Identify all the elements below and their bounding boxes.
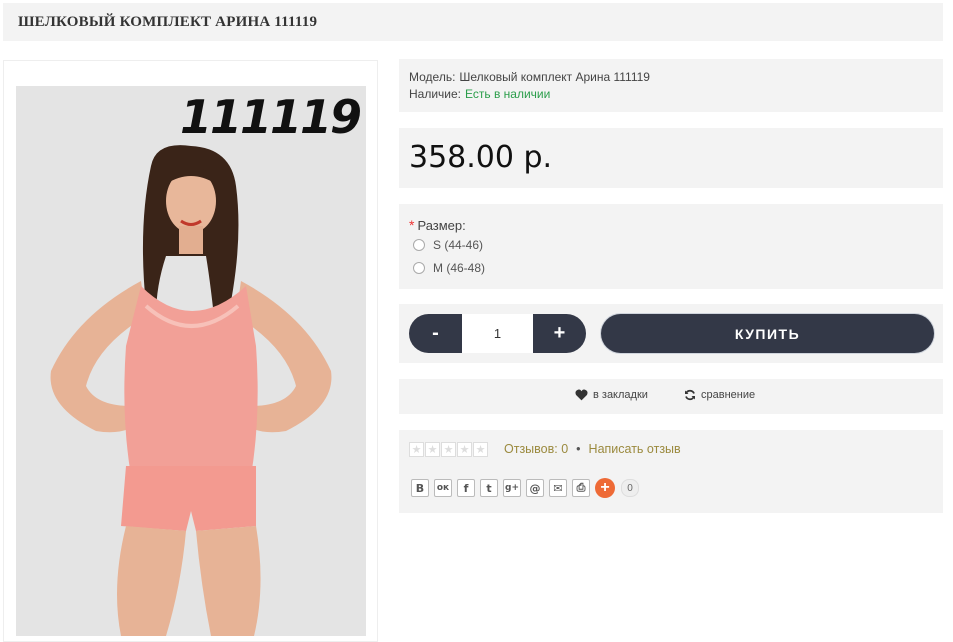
heart-icon	[575, 389, 588, 401]
reviews-count-link[interactable]: Отзывов: 0	[504, 442, 568, 456]
product-title-bar: ШЕЛКОВЫЙ КОМПЛЕКТ АРИНА 111119	[3, 3, 943, 41]
share-buttons: В ок f t g+ @ ✉ ⎙ + 0	[411, 478, 639, 498]
price-panel: 358.00 р.	[399, 128, 943, 188]
compare-label[interactable]: сравнение	[701, 389, 755, 401]
email-share-icon[interactable]: ✉	[549, 479, 567, 497]
separator-dot: •	[576, 442, 581, 456]
stock-label: Наличие:	[409, 87, 462, 101]
product-code-overlay: 111119	[179, 90, 362, 144]
product-price: 358.00 р.	[409, 140, 553, 175]
size-option-s[interactable]: S (44-46)	[413, 238, 483, 252]
model-line: Модель: Шелковый комплект Арина 111119	[409, 70, 650, 84]
model-value: Шелковый комплект Арина 111119	[459, 70, 650, 84]
star-icon: ★	[425, 442, 440, 457]
product-title: ШЕЛКОВЫЙ КОМПЛЕКТ АРИНА 111119	[18, 14, 318, 30]
size-options-panel: * Размер: S (44-46) M (46-48)	[399, 204, 943, 289]
size-option-label[interactable]: S (44-46)	[433, 238, 483, 252]
product-image-box[interactable]: 111119	[3, 60, 378, 642]
star-icon: ★	[457, 442, 472, 457]
google-plus-share-icon[interactable]: g+	[503, 479, 521, 497]
model-label: Модель:	[409, 70, 456, 84]
star-icon: ★	[409, 442, 424, 457]
odnoklassniki-share-icon[interactable]: ок	[434, 479, 452, 497]
star-icon: ★	[441, 442, 456, 457]
buy-button[interactable]: КУПИТЬ	[601, 314, 934, 353]
refresh-icon	[685, 389, 695, 401]
star-icon: ★	[473, 442, 488, 457]
size-label: * Размер:	[409, 217, 466, 233]
model-figure	[16, 86, 366, 636]
required-mark: *	[409, 217, 415, 233]
facebook-share-icon[interactable]: f	[457, 479, 475, 497]
more-share-icon[interactable]: +	[595, 478, 615, 498]
twitter-share-icon[interactable]: t	[480, 479, 498, 497]
product-info-panel: Модель: Шелковый комплект Арина 111119 На…	[399, 59, 943, 112]
size-option-m[interactable]: M (46-48)	[413, 261, 485, 275]
stock-line: Наличие: Есть в наличии	[409, 87, 550, 101]
mail-ru-share-icon[interactable]: @	[526, 479, 544, 497]
quantity-decrease-button[interactable]: -	[409, 314, 462, 353]
radio-button[interactable]	[413, 262, 425, 274]
stock-status: Есть в наличии	[465, 87, 551, 101]
reviews-panel: ★ ★ ★ ★ ★ Отзывов: 0 • Написать отзыв В …	[399, 430, 943, 513]
share-count: 0	[621, 479, 639, 497]
print-icon[interactable]: ⎙	[572, 479, 590, 497]
actions-panel: в закладки сравнение	[399, 379, 943, 414]
reviews-links: Отзывов: 0 • Написать отзыв	[504, 442, 681, 456]
product-photo[interactable]: 111119	[16, 86, 366, 636]
rating-stars: ★ ★ ★ ★ ★	[409, 442, 489, 457]
buy-panel: - + КУПИТЬ	[399, 304, 943, 363]
size-option-label[interactable]: M (46-48)	[433, 261, 485, 275]
size-label-text: Размер:	[417, 218, 466, 233]
wishlist-label[interactable]: в закладки	[593, 389, 648, 401]
write-review-link[interactable]: Написать отзыв	[589, 442, 681, 456]
quantity-increase-button[interactable]: +	[533, 314, 586, 353]
add-to-compare-link[interactable]: сравнение	[684, 389, 755, 401]
radio-button[interactable]	[413, 239, 425, 251]
add-to-wishlist-link[interactable]: в закладки	[575, 389, 648, 401]
quantity-input[interactable]	[462, 314, 533, 353]
vk-share-icon[interactable]: В	[411, 479, 429, 497]
